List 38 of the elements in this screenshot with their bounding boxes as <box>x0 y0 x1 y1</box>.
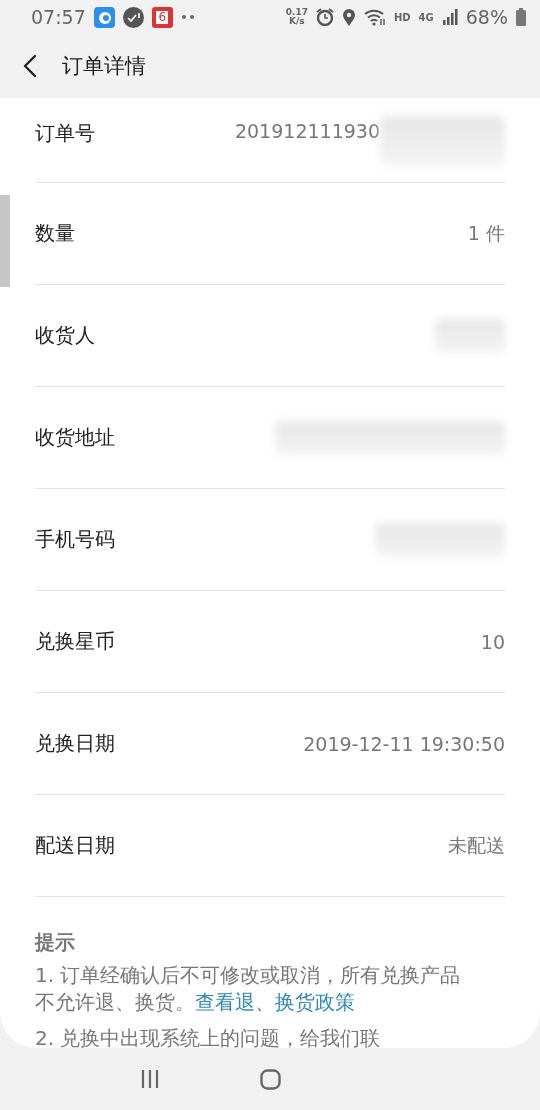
app-icon <box>93 6 115 28</box>
field-value: 未配送 <box>448 832 505 858</box>
field-label: 手机号码 <box>35 526 115 553</box>
signal-icon <box>441 8 458 26</box>
field-label: 兑换日期 <box>35 730 115 757</box>
speed-unit: K/s <box>289 17 305 26</box>
network-speed: 0.17 <box>285 8 308 17</box>
field-value: 1 件 <box>467 220 505 246</box>
field-label: 收货人 <box>35 322 95 349</box>
network-type: 4G <box>418 11 434 23</box>
recent-apps-icon <box>140 1069 159 1089</box>
home-icon <box>260 1068 282 1090</box>
field-label: 订单号 <box>35 120 95 147</box>
battery-icon <box>516 8 526 26</box>
hd-label: HD <box>393 11 411 23</box>
alarm-icon <box>315 8 334 26</box>
field-value: 10 <box>480 630 505 653</box>
field-label: 收货地址 <box>35 424 115 451</box>
clock: 07:57 <box>31 6 86 28</box>
field-label: 数量 <box>35 220 75 247</box>
back-icon <box>22 53 38 79</box>
location-icon <box>341 8 356 26</box>
tips-title: 提示 <box>35 929 76 956</box>
tip-text: 1. 订单经确认后不可修改或取消，所有兑换产品不允许退、换货。查看退、换货政策 <box>35 962 462 1016</box>
field-value: 201912111930 <box>234 120 380 142</box>
field-label: 配送日期 <box>35 832 115 859</box>
tip-text: 2. 兑换中出现系统上的问题，给我们联 <box>35 1025 382 1048</box>
check-icon <box>122 6 144 28</box>
more-notifications-icon <box>180 13 195 21</box>
battery-percent: 68% <box>465 6 508 28</box>
calendar-day: 6 <box>156 10 169 24</box>
field-label: 兑换星币 <box>35 628 115 655</box>
wifi-icon <box>363 8 386 26</box>
scrollbar[interactable] <box>0 195 10 287</box>
page-title: 订单详情 <box>62 53 146 80</box>
back-button[interactable] <box>22 53 38 79</box>
policy-link[interactable]: 查看退、换货政策 <box>195 990 355 1014</box>
field-value: 2019-12-11 19:30:50 <box>303 732 505 755</box>
